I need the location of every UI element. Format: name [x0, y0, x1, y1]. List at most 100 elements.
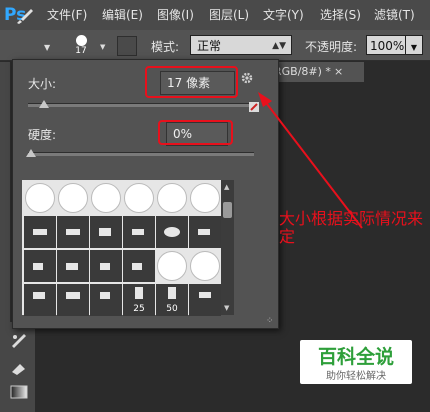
tip-icon	[100, 263, 110, 270]
preset-tip-25[interactable]: 25	[123, 284, 155, 316]
tip-icon	[66, 229, 80, 235]
round-brush-icon	[25, 183, 55, 213]
round-brush-icon	[124, 183, 154, 213]
mode-value: 正常	[197, 39, 222, 53]
menu-filter[interactable]: 滤镜(T)	[374, 0, 415, 30]
gear-icon[interactable]	[240, 71, 254, 85]
preset-soft-round[interactable]	[156, 250, 188, 282]
menu-type[interactable]: 文字(Y)	[263, 0, 304, 30]
preset-tip[interactable]	[90, 216, 122, 248]
brush-preset-grid: 25 50	[22, 180, 234, 316]
size-label: 大小:	[28, 77, 57, 91]
brush-tool-icon[interactable]	[14, 7, 36, 25]
document-tab-title: RGB/8#) *	[274, 65, 331, 78]
menu-file[interactable]: 文件(F)	[47, 0, 87, 30]
preset-soft-round[interactable]	[189, 250, 221, 282]
tip-icon	[135, 287, 143, 299]
tip-icon	[198, 229, 210, 235]
preset-tip[interactable]	[90, 250, 122, 282]
scroll-down-icon[interactable]: ▼	[224, 304, 229, 312]
opacity-dropdown-button[interactable]: ▼	[405, 35, 423, 55]
hardness-highlight-box	[158, 120, 233, 145]
close-tab-icon[interactable]: ×	[334, 62, 343, 82]
preset-soft-round[interactable]	[24, 182, 56, 214]
preset-soft-round[interactable]	[156, 182, 188, 214]
annotation-note: 大小根据实际情况来定	[279, 209, 424, 246]
preset-soft-round[interactable]	[189, 182, 221, 214]
opacity-label: 不透明度:	[305, 40, 358, 54]
watermark-logo: 百科全说 助你轻松解决	[300, 340, 412, 384]
preset-size-25: 25	[133, 304, 145, 314]
menu-bar: Ps 文件(F) 编辑(E) 图像(I) 图层(L) 文字(Y) 选择(S) 滤…	[0, 0, 430, 31]
preset-tip[interactable]	[123, 250, 155, 282]
tip-icon	[33, 292, 45, 299]
hardness-slider-thumb[interactable]	[26, 149, 36, 157]
menu-edit[interactable]: 编辑(E)	[102, 0, 143, 30]
preset-tip[interactable]	[24, 250, 56, 282]
round-brush-icon	[58, 183, 88, 213]
size-highlight-box	[145, 66, 238, 98]
preset-dropdown-arrow-icon[interactable]: ▼	[100, 43, 105, 51]
round-brush-icon	[190, 251, 220, 281]
preset-size-50: 50	[166, 304, 178, 314]
brush-panel-toggle-icon[interactable]	[117, 36, 137, 56]
tip-icon	[66, 263, 78, 270]
preset-tip[interactable]	[90, 284, 122, 316]
tip-icon	[66, 292, 80, 299]
tip-icon	[132, 229, 144, 235]
tip-icon	[99, 228, 111, 236]
watermark-title: 百科全说	[317, 346, 394, 368]
preset-soft-round[interactable]	[57, 182, 89, 214]
tip-icon	[33, 229, 47, 235]
toolbox	[0, 322, 35, 412]
hardness-label: 硬度:	[28, 128, 57, 142]
round-brush-icon	[190, 183, 220, 213]
menu-layer[interactable]: 图层(L)	[209, 0, 249, 30]
menu-image[interactable]: 图像(I)	[157, 0, 194, 30]
resize-grip-icon[interactable]: ⁘	[266, 316, 274, 326]
opacity-arrow-icon: ▼	[410, 43, 418, 52]
mode-label: 模式:	[151, 40, 180, 54]
preset-tip[interactable]	[24, 216, 56, 248]
scrollbar-thumb[interactable]	[223, 202, 232, 218]
brush-size-readout: 17	[75, 46, 87, 56]
round-brush-icon	[157, 251, 187, 281]
eraser-icon[interactable]	[10, 360, 28, 376]
tip-icon	[168, 287, 176, 299]
round-brush-icon	[157, 183, 187, 213]
round-brush-icon	[91, 183, 121, 213]
mode-select[interactable]: 正常 ▲▼	[190, 35, 292, 55]
scroll-up-icon[interactable]: ▲	[224, 183, 229, 191]
tip-icon	[33, 263, 43, 270]
tip-icon	[199, 292, 211, 298]
reset-size-icon[interactable]	[248, 101, 260, 113]
menu-select[interactable]: 选择(S)	[320, 0, 361, 30]
tip-icon	[132, 263, 142, 270]
preset-tip[interactable]	[189, 216, 221, 248]
preset-tip[interactable]	[123, 216, 155, 248]
size-slider[interactable]	[28, 103, 254, 107]
preset-tip-50[interactable]: 50	[156, 284, 188, 316]
brush-tip-icon	[76, 35, 87, 46]
preset-tip[interactable]	[156, 216, 188, 248]
size-slider-thumb[interactable]	[38, 100, 49, 108]
watermark-subtitle: 助你轻松解决	[326, 371, 386, 382]
opacity-input[interactable]: 100%	[366, 35, 406, 55]
opacity-value: 100%	[370, 39, 405, 53]
tool-preset-arrow-icon[interactable]: ▼	[44, 43, 50, 52]
hardness-slider[interactable]	[28, 152, 254, 156]
mode-arrow-icon: ▲▼	[272, 41, 286, 51]
tip-icon	[100, 292, 110, 299]
preset-tip[interactable]	[57, 216, 89, 248]
preset-tip[interactable]	[189, 284, 221, 316]
preset-tip[interactable]	[57, 284, 89, 316]
gradient-icon[interactable]	[10, 384, 28, 400]
brush-preset-picker[interactable]: 17	[66, 32, 96, 59]
history-brush-icon[interactable]	[10, 332, 28, 348]
preset-tip[interactable]	[57, 250, 89, 282]
preset-tip[interactable]	[24, 284, 56, 316]
preset-soft-round[interactable]	[123, 182, 155, 214]
preset-soft-round[interactable]	[90, 182, 122, 214]
preset-scrollbar[interactable]: ▲ ▼	[221, 180, 234, 315]
tip-icon	[164, 227, 180, 237]
